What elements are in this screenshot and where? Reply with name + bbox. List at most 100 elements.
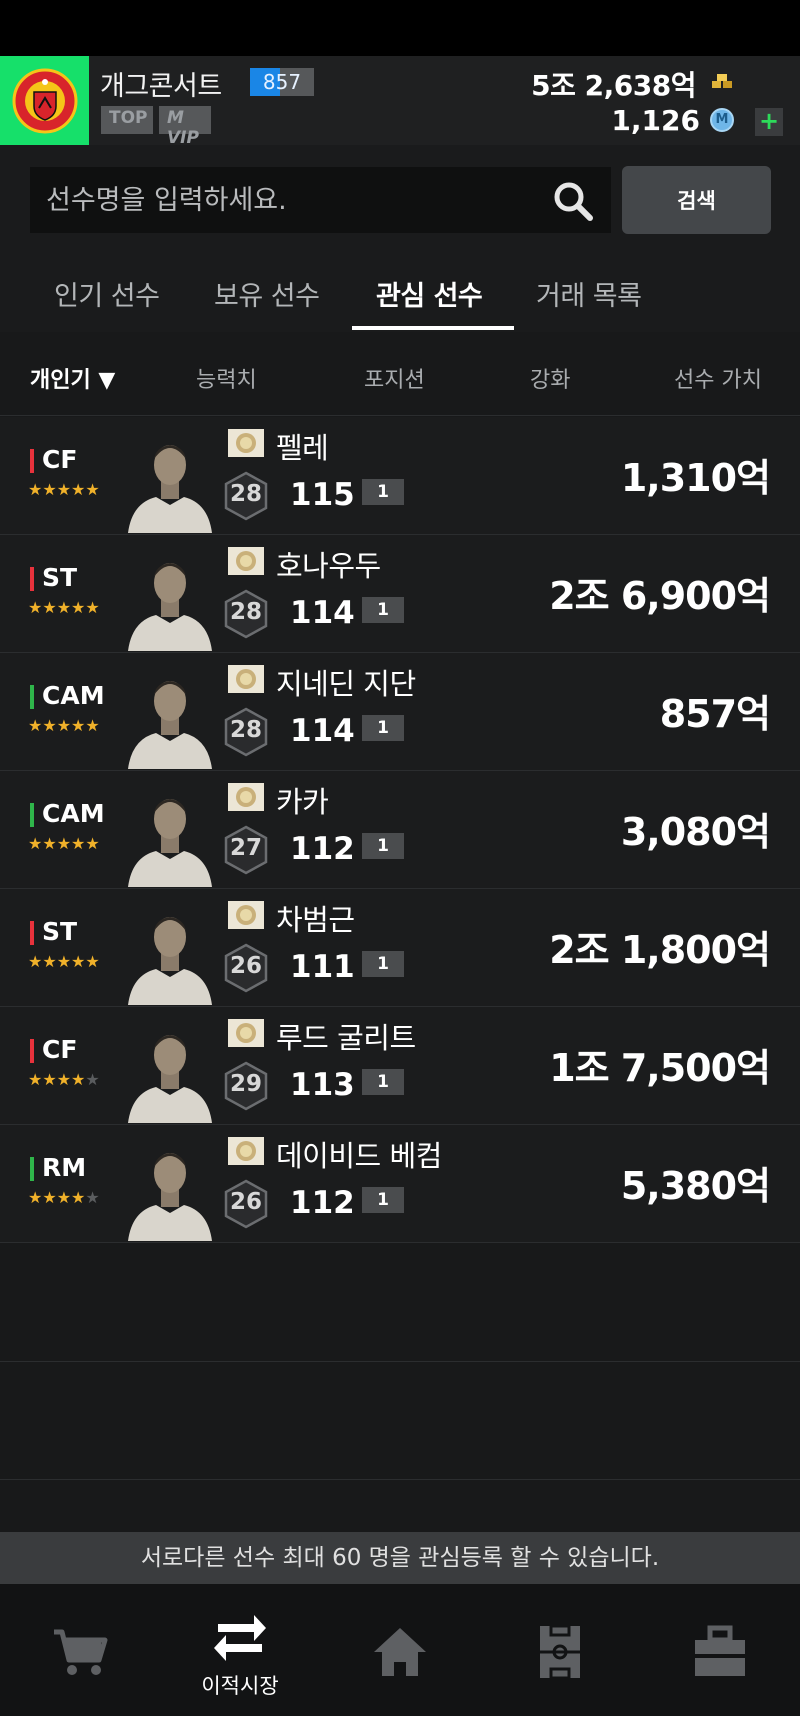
icon-season-badge bbox=[228, 783, 264, 811]
ovr-badge-value: 27 bbox=[229, 835, 262, 861]
player-ovr: 115 bbox=[290, 477, 355, 513]
vip-badge: M VIP bbox=[159, 106, 211, 148]
player-row[interactable]: ST ★★★★★ 차범근 26 111 1 2조 1,800억 bbox=[0, 889, 800, 1007]
empty-row bbox=[0, 1244, 800, 1362]
tab-watchlist-players[interactable]: 관심 선수 bbox=[376, 274, 483, 313]
player-row[interactable]: CF ★★★★★ 펠레 28 115 1 1,310억 bbox=[0, 417, 800, 535]
star-icon: ★ bbox=[71, 480, 86, 499]
player-photo bbox=[128, 1035, 212, 1123]
enhance-grade-badge: 1 bbox=[362, 951, 404, 977]
search-icon[interactable] bbox=[550, 178, 596, 224]
charge-plus-button[interactable]: + bbox=[755, 108, 783, 136]
search-box bbox=[30, 167, 611, 233]
enhance-grade-badge: 1 bbox=[362, 597, 404, 623]
star-icon: ★ bbox=[85, 952, 100, 971]
nav-home[interactable] bbox=[320, 1584, 480, 1716]
level-badge: 857 bbox=[250, 68, 314, 96]
player-name: 펠레 bbox=[276, 431, 329, 465]
icon-season-badge bbox=[228, 1019, 264, 1047]
player-price: 1,310억 bbox=[620, 456, 771, 500]
star-icon: ★ bbox=[42, 1070, 57, 1089]
position-color-bar bbox=[30, 803, 34, 827]
tab-owned-players[interactable]: 보유 선수 bbox=[214, 274, 320, 313]
star-icon: ★ bbox=[71, 598, 86, 617]
player-row[interactable]: ST ★★★★★ 호나우두 28 114 1 2조 6,900억 bbox=[0, 535, 800, 653]
player-row[interactable]: RM ★★★★★ 데이비드 베컴 26 112 1 5,380억 bbox=[0, 1125, 800, 1243]
star-icon: ★ bbox=[42, 1188, 57, 1207]
star-icon: ★ bbox=[71, 716, 86, 735]
player-price: 857억 bbox=[659, 692, 771, 736]
ovr-badge-value: 28 bbox=[229, 599, 262, 625]
nav-squad[interactable] bbox=[480, 1584, 640, 1716]
player-row[interactable]: CF ★★★★★ 루드 굴리트 29 113 1 1조 7,500억 bbox=[0, 1007, 800, 1125]
player-photo bbox=[128, 1153, 212, 1241]
nav-transfer-market[interactable]: 이적시장 bbox=[160, 1584, 320, 1716]
star-icon: ★ bbox=[85, 716, 100, 735]
player-position: RM bbox=[42, 1153, 87, 1182]
player-photo bbox=[128, 563, 212, 651]
enhance-grade-badge: 1 bbox=[362, 833, 404, 859]
star-icon: ★ bbox=[71, 834, 86, 853]
position-color-bar bbox=[30, 1039, 34, 1063]
star-icon: ★ bbox=[28, 1070, 43, 1089]
profile-header: 개그콘서트 857 TOP M VIP 5조 2,638억 1,126 M + bbox=[0, 56, 800, 148]
club-crest-icon bbox=[12, 68, 77, 133]
column-enhance[interactable]: 강화 bbox=[530, 362, 570, 394]
player-row[interactable]: CAM ★★★★★ 지네딘 지단 28 114 1 857억 bbox=[0, 653, 800, 771]
star-icon: ★ bbox=[42, 480, 57, 499]
star-icon: ★ bbox=[42, 834, 57, 853]
position-color-bar bbox=[30, 1157, 34, 1181]
star-rating: ★★★★★ bbox=[28, 1188, 100, 1207]
icon-season-badge bbox=[228, 1137, 264, 1165]
bp-amount: 5조 2,638억 bbox=[531, 69, 696, 102]
player-photo bbox=[128, 681, 212, 769]
star-icon: ★ bbox=[28, 952, 43, 971]
tab-bar: 인기 선수 보유 선수 관심 선수 거래 목록 bbox=[0, 264, 800, 332]
watchlist-notice: 서로다른 선수 최대 60 명을 관심등록 할 수 있습니다. bbox=[0, 1532, 800, 1584]
home-icon bbox=[374, 1628, 426, 1676]
player-search-input[interactable] bbox=[30, 167, 550, 233]
column-value[interactable]: 선수 가치 bbox=[674, 362, 762, 394]
star-icon: ★ bbox=[56, 716, 72, 735]
player-name: 카카 bbox=[276, 785, 329, 819]
tab-popular-players[interactable]: 인기 선수 bbox=[54, 274, 160, 313]
star-icon: ★ bbox=[85, 598, 100, 617]
star-icon: ★ bbox=[28, 480, 43, 499]
player-row[interactable]: CAM ★★★★★ 카카 27 112 1 3,080억 bbox=[0, 771, 800, 889]
player-ovr: 114 bbox=[290, 713, 355, 749]
field-icon bbox=[540, 1624, 580, 1680]
player-price: 1조 7,500억 bbox=[549, 1046, 771, 1090]
nav-label: 이적시장 bbox=[201, 1674, 279, 1698]
star-icon: ★ bbox=[56, 1188, 72, 1207]
level-value: 857 bbox=[262, 70, 302, 94]
player-position: CAM bbox=[42, 799, 105, 828]
icon-season-badge bbox=[228, 547, 264, 575]
ovr-badge-value: 28 bbox=[229, 481, 262, 507]
player-photo bbox=[128, 799, 212, 887]
gold-bars-icon bbox=[712, 74, 732, 88]
star-icon: ★ bbox=[71, 1188, 86, 1207]
ovr-badge-value: 29 bbox=[229, 1071, 262, 1097]
player-position: ST bbox=[42, 917, 78, 946]
nav-shop[interactable] bbox=[0, 1584, 160, 1716]
star-rating: ★★★★★ bbox=[28, 1070, 100, 1089]
player-ovr: 114 bbox=[290, 595, 355, 631]
star-icon: ★ bbox=[71, 1070, 86, 1089]
nav-inventory[interactable] bbox=[640, 1584, 800, 1716]
mc-amount: 1,126 bbox=[611, 104, 700, 137]
player-name: 호나우두 bbox=[276, 549, 381, 583]
star-icon: ★ bbox=[85, 1188, 100, 1207]
player-name: 지네딘 지단 bbox=[276, 667, 416, 701]
tab-trade-list[interactable]: 거래 목록 bbox=[536, 274, 642, 313]
star-icon: ★ bbox=[71, 952, 86, 971]
column-position[interactable]: 포지션 bbox=[364, 362, 425, 394]
sort-dropdown[interactable]: 개인기 ▼ bbox=[30, 362, 115, 394]
star-icon: ★ bbox=[28, 1188, 43, 1207]
column-ability[interactable]: 능력치 bbox=[196, 362, 257, 394]
star-icon: ★ bbox=[42, 598, 57, 617]
enhance-grade-badge: 1 bbox=[362, 1187, 404, 1213]
empty-row bbox=[0, 1362, 800, 1480]
search-button[interactable]: 검색 bbox=[622, 166, 771, 234]
star-icon: ★ bbox=[85, 480, 100, 499]
club-logo[interactable] bbox=[0, 56, 89, 145]
